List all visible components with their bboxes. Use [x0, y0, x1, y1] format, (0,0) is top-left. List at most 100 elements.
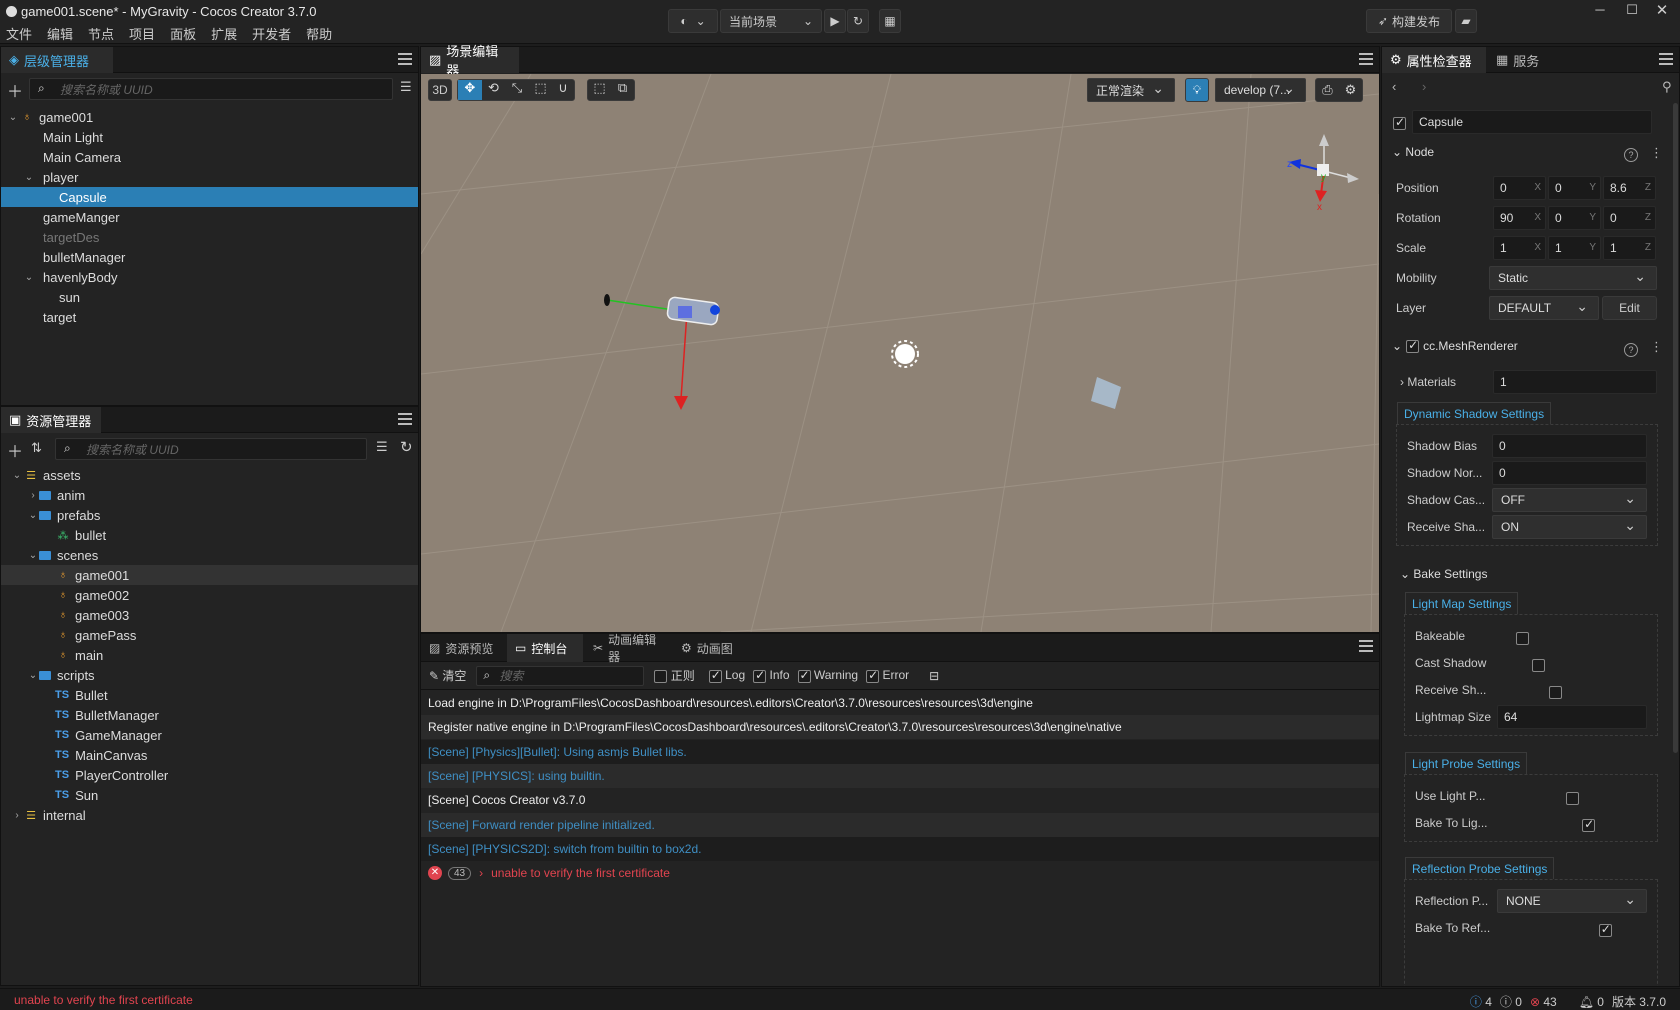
tree-node[interactable]: sun	[1, 287, 418, 307]
tab-inspector[interactable]: ⚙ 属性检查器	[1382, 47, 1486, 73]
chevron-right-icon[interactable]: ›	[11, 810, 23, 821]
asset-item[interactable]: › anim	[1, 485, 418, 505]
tree-node[interactable]: ⌄ player	[1, 167, 418, 187]
panel-menu-icon[interactable]	[398, 413, 412, 425]
bake-settings-header[interactable]: ⌄ Bake Settings	[1400, 567, 1487, 581]
asset-item[interactable]: ♁ game003	[1, 605, 418, 625]
rect-tool-icon[interactable]: ⬚	[529, 80, 553, 100]
scale-y-input[interactable]: 1Y	[1548, 236, 1601, 260]
shadow-cast-dropdown[interactable]: OFF	[1492, 488, 1647, 512]
node-section-header[interactable]: ⌄ Node	[1392, 145, 1434, 159]
console-tab[interactable]: ✂ 动画编辑器	[585, 633, 671, 664]
tree-node[interactable]: ⌄ ♁ game001	[1, 107, 418, 127]
asset-item[interactable]: TS GameManager	[1, 725, 418, 745]
light-probe-tab[interactable]: Light Probe Settings	[1405, 752, 1528, 774]
asset-item[interactable]: ♁ gamePass	[1, 625, 418, 645]
chevron-down-icon[interactable]: ⌄	[7, 112, 19, 123]
panel-menu-icon[interactable]	[1359, 53, 1373, 65]
tree-node[interactable]: target	[1, 307, 418, 327]
lighting-toggle[interactable]: 💡︎	[1185, 78, 1209, 102]
back-arrow-icon[interactable]: ‹	[1392, 79, 1396, 94]
menu-item[interactable]: 帮助	[306, 24, 332, 43]
reflection-probe-dropdown[interactable]: NONE	[1497, 889, 1647, 913]
info-checkbox[interactable]: Info	[753, 668, 790, 683]
dynamic-shadow-tab[interactable]: Dynamic Shadow Settings	[1397, 402, 1552, 424]
rotation-y-input[interactable]: 0Y	[1548, 206, 1601, 230]
log-checkbox[interactable]: Log	[708, 668, 745, 683]
asset-item[interactable]: ⌄ ☰ assets	[1, 465, 418, 485]
warning-count[interactable]: ⓘ 0	[1500, 993, 1522, 1010]
play-button[interactable]: ▶	[824, 9, 846, 33]
clear-button[interactable]: ✎ 清空	[429, 667, 466, 684]
console-line[interactable]: Register native engine in D:\ProgramFile…	[421, 715, 1379, 740]
panel-menu-icon[interactable]	[1359, 640, 1373, 652]
status-message[interactable]: unable to verify the first certificate	[14, 993, 193, 1007]
mode-3d-button[interactable]: 3D	[428, 79, 452, 101]
use-light-probe-checkbox[interactable]	[1565, 792, 1579, 806]
asset-item[interactable]: ♁ game002	[1, 585, 418, 605]
position-y-input[interactable]: 0Y	[1548, 176, 1601, 200]
console-tab[interactable]: ▭ 控制台	[507, 634, 583, 662]
layer-dropdown[interactable]: DEFAULT	[1489, 296, 1599, 320]
lightmap-size-input[interactable]: 64	[1497, 705, 1647, 729]
menu-item[interactable]: 编辑	[47, 24, 73, 43]
menu-item[interactable]: 项目	[129, 24, 155, 43]
asset-item[interactable]: ⌄ scenes	[1, 545, 418, 565]
tree-node[interactable]: targetDes	[1, 227, 418, 247]
more-icon[interactable]: ⋮	[1650, 339, 1663, 355]
tab-services[interactable]: ▦ 服务	[1488, 47, 1548, 73]
tree-node[interactable]: bulletManager	[1, 247, 418, 267]
position-z-input[interactable]: 8.6 Z	[1603, 176, 1656, 200]
move-tool-icon[interactable]: ✥	[458, 80, 482, 100]
menu-item[interactable]: 开发者	[252, 24, 291, 43]
collapse-icon[interactable]: ⊟	[929, 669, 939, 683]
tree-node[interactable]: Main Camera	[1, 147, 418, 167]
menu-item[interactable]: 面板	[170, 24, 196, 43]
chevron-down-icon[interactable]: ⌄	[23, 272, 35, 283]
console-tab[interactable]: ⚙ 动画图	[673, 634, 743, 662]
console-tab[interactable]: ▨ 资源预览	[421, 634, 505, 662]
mesh-renderer-enabled-checkbox[interactable]	[1406, 338, 1420, 353]
menu-item[interactable]: 文件	[6, 24, 32, 43]
materials-count-input[interactable]: 1	[1493, 370, 1657, 394]
sort-icon[interactable]: ⇅	[31, 440, 42, 456]
asset-item[interactable]: TS BulletManager	[1, 705, 418, 725]
materials-row[interactable]: › Materials	[1400, 375, 1456, 389]
close-button[interactable]: ✕	[1652, 1, 1672, 19]
reflection-probe-tab[interactable]: Reflection Probe Settings	[1405, 857, 1555, 879]
render-mode-dropdown[interactable]: 正常渲染	[1087, 78, 1175, 102]
preview-platform-button[interactable]: ◐ ⌄	[668, 9, 718, 33]
asset-item[interactable]: › ☰ internal	[1, 805, 418, 825]
console-line[interactable]: [Scene] Cocos Creator v3.7.0	[421, 788, 1379, 813]
snap-tool-icon[interactable]: ∪	[552, 80, 574, 100]
console-line[interactable]: [Scene] [PHYSICS2D]: switch from builtin…	[421, 836, 1379, 861]
mesh-renderer-header[interactable]: ⌄cc.MeshRenderer	[1392, 338, 1518, 354]
list-view-icon[interactable]: ☰	[400, 79, 412, 95]
list-view-icon[interactable]: ☰	[376, 439, 388, 455]
chevron-down-icon[interactable]: ⌄	[27, 670, 39, 681]
maximize-button[interactable]: ☐	[1622, 2, 1642, 20]
more-icon[interactable]: ⋮	[1650, 145, 1663, 161]
asset-item[interactable]: TS Sun	[1, 785, 418, 805]
receive-shadow-checkbox[interactable]	[1548, 686, 1562, 700]
minimize-button[interactable]: ─	[1590, 2, 1610, 20]
chevron-right-icon[interactable]: ›	[27, 490, 39, 501]
console-search-input[interactable]: ⌕ 搜索	[476, 665, 645, 686]
menu-item[interactable]: 节点	[88, 24, 114, 43]
bake-to-light-probe-checkbox[interactable]	[1582, 817, 1596, 833]
camera-icon[interactable]: ⎙	[1316, 82, 1339, 98]
chevron-down-icon[interactable]: ⌄	[27, 550, 39, 561]
error-checkbox[interactable]: Error	[866, 668, 909, 683]
regex-checkbox[interactable]: 正则	[654, 667, 695, 684]
light-map-tab[interactable]: Light Map Settings	[1405, 592, 1519, 614]
warning-checkbox[interactable]: Warning	[797, 668, 858, 683]
tree-node[interactable]: gameManger	[1, 207, 418, 227]
shadow-bias-input[interactable]: 0	[1492, 434, 1647, 458]
mobility-dropdown[interactable]: Static	[1489, 266, 1657, 290]
menu-item[interactable]: 扩展	[211, 24, 237, 43]
receive-shadow-dropdown[interactable]: ON	[1492, 515, 1647, 539]
qrcode-button[interactable]: ▦	[879, 9, 901, 33]
build-publish-button[interactable]: ➶ 构建发布	[1366, 9, 1452, 33]
tree-node[interactable]: ⌄ havenlyBody	[1, 267, 418, 287]
tree-node[interactable]: Main Light	[1, 127, 418, 147]
